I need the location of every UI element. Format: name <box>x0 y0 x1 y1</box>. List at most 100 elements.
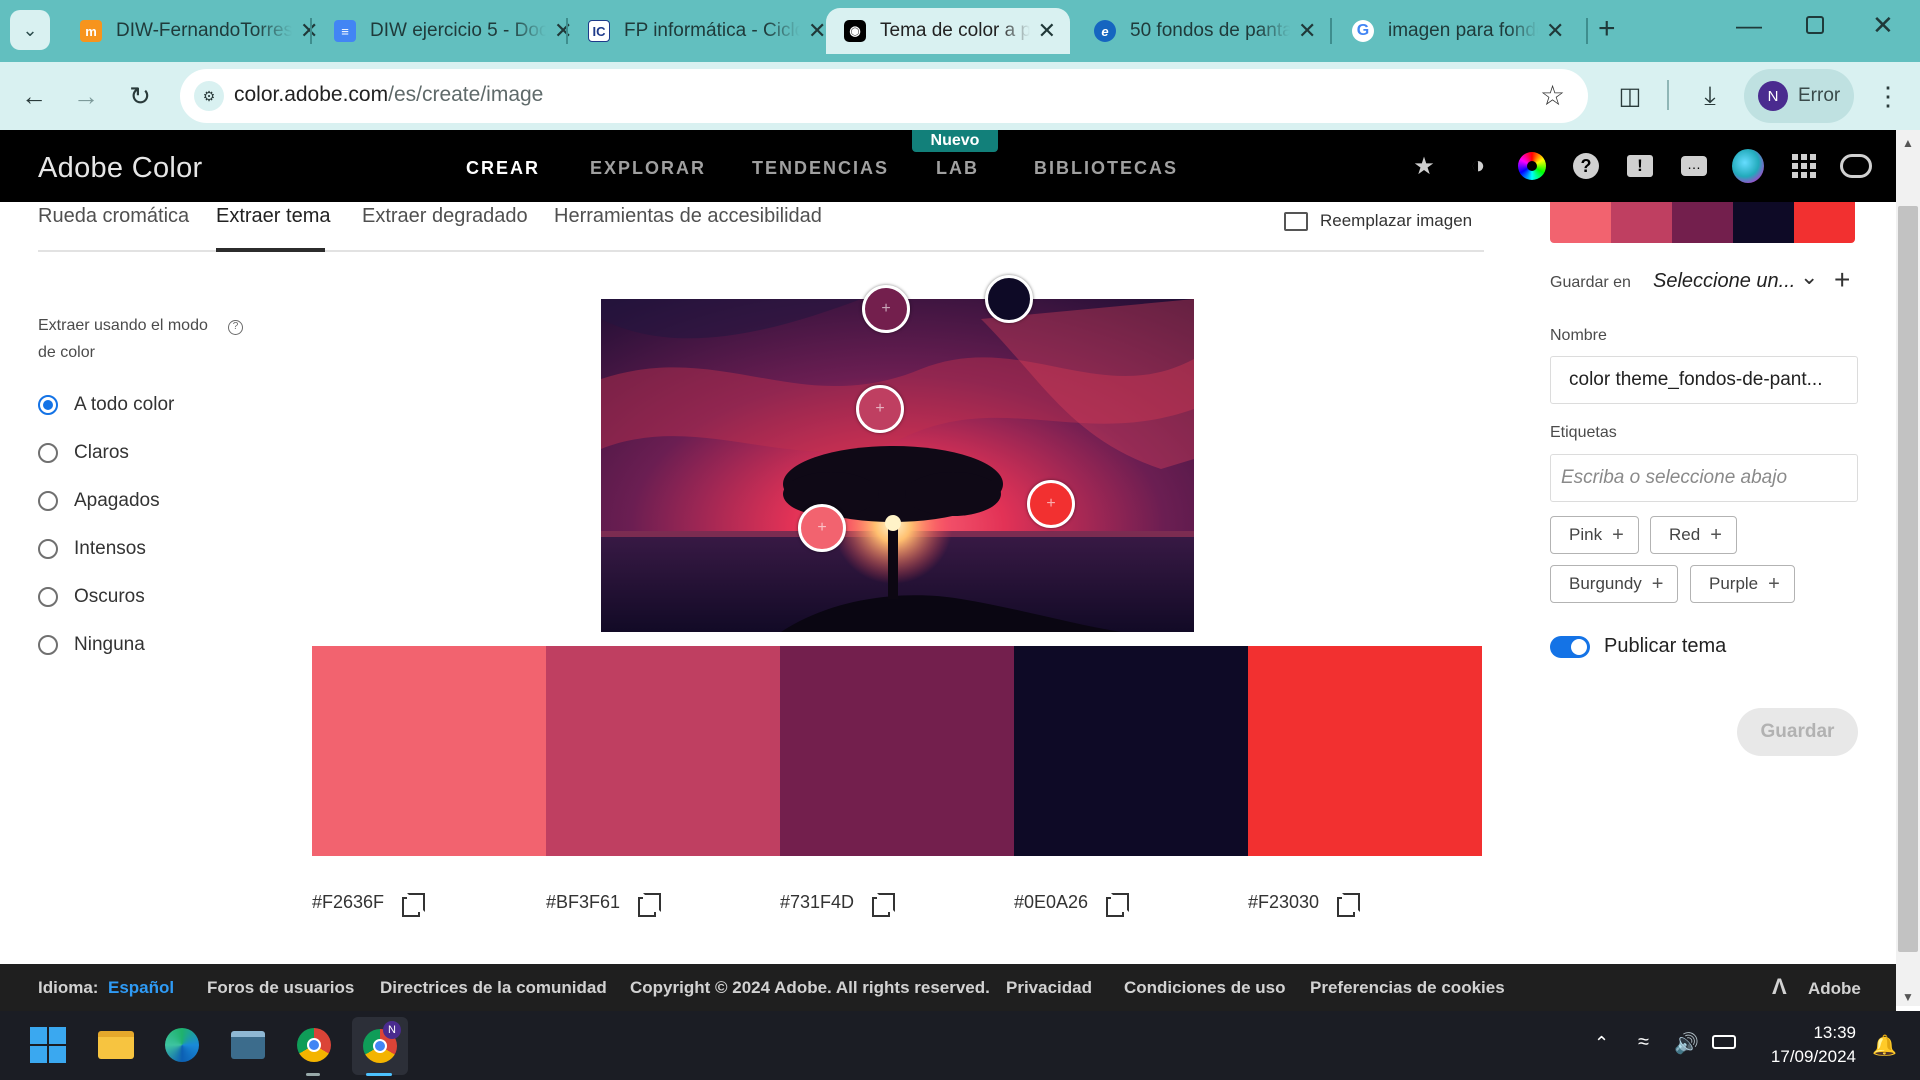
swatch-2[interactable] <box>546 646 780 856</box>
radio-dot[interactable] <box>38 491 58 511</box>
radio-dot[interactable] <box>38 539 58 559</box>
browser-tab[interactable]: G imagen para fondo ✕ <box>1334 8 1578 54</box>
color-wheel-icon[interactable] <box>1516 150 1548 182</box>
reload-icon[interactable]: ↻ <box>120 76 160 116</box>
radio-dot[interactable] <box>38 587 58 607</box>
footer-link-guidelines[interactable]: Directrices de la comunidad <box>380 978 607 998</box>
creative-cloud-icon[interactable] <box>1840 150 1872 182</box>
copy-icon[interactable] <box>1106 892 1130 917</box>
adobe-logo-icon[interactable]: Λ <box>1772 974 1787 1000</box>
feedback-alert-icon[interactable]: ! <box>1624 150 1656 182</box>
footer-link-forums[interactable]: Foros de usuarios <box>207 978 354 998</box>
file-explorer-icon[interactable] <box>94 1023 138 1067</box>
adobe-color-logo[interactable]: Adobe Color <box>38 152 203 185</box>
language-link[interactable]: Español <box>108 978 174 998</box>
radio-bright[interactable]: Claros <box>38 442 129 464</box>
scroll-down-icon[interactable]: ▼ <box>1902 990 1914 1004</box>
wifi-icon[interactable]: ≈ <box>1638 1031 1649 1054</box>
windows-start-icon[interactable] <box>26 1023 70 1067</box>
tab-extract-gradient[interactable]: Extraer degradado <box>362 205 528 228</box>
extensions-icon[interactable]: ◫ <box>1610 76 1650 116</box>
publish-toggle[interactable] <box>1550 636 1590 658</box>
apps-grid-icon[interactable] <box>1788 150 1820 182</box>
theme-contrast-icon[interactable]: ◑ <box>1462 150 1494 182</box>
copy-icon[interactable] <box>872 892 896 917</box>
restore-icon[interactable] <box>1806 16 1824 34</box>
nav-explorar[interactable]: EXPLORAR <box>590 158 706 179</box>
download-icon[interactable]: ⤓ <box>1690 76 1730 116</box>
copy-icon[interactable] <box>1337 892 1361 917</box>
radio-dot[interactable] <box>38 635 58 655</box>
replace-image-button[interactable]: Reemplazar imagen <box>1284 211 1472 231</box>
nav-tendencias[interactable]: TENDENCIAS <box>752 158 889 179</box>
favorites-star-icon[interactable]: ★ <box>1408 150 1440 182</box>
copy-icon[interactable] <box>638 892 662 917</box>
radio-none[interactable]: Ninguna <box>38 634 145 656</box>
color-picker-marker[interactable]: + <box>1027 480 1075 528</box>
hex-value[interactable]: #BF3F61 <box>546 892 620 913</box>
browser-tab[interactable]: ≡ DIW ejercicio 5 - Docs ✕ <box>316 8 586 54</box>
clock-time[interactable]: 13:39 <box>1806 1023 1856 1043</box>
library-select[interactable]: Seleccione un... <box>1653 270 1795 293</box>
page-scrollbar-thumb[interactable] <box>1898 206 1918 952</box>
footer-link-privacy[interactable]: Privacidad <box>1006 978 1092 998</box>
tab-accessibility-tools[interactable]: Herramientas de accesibilidad <box>554 205 822 228</box>
nav-crear[interactable]: CREAR <box>466 158 540 179</box>
nav-bibliotecas[interactable]: BIBLIOTECAS <box>1034 158 1178 179</box>
adobe-footer-label[interactable]: Adobe <box>1808 979 1861 999</box>
footer-link-cookies[interactable]: Preferencias de cookies <box>1310 978 1505 998</box>
footer-link-terms[interactable]: Condiciones de uso <box>1124 978 1286 998</box>
swatch-1[interactable] <box>312 646 546 856</box>
minimize-icon[interactable]: — <box>1736 10 1762 41</box>
color-picker-marker[interactable] <box>985 275 1033 323</box>
browser-tab-active[interactable]: ◉ Tema de color a partir ✕ <box>826 8 1070 54</box>
chevron-down-icon[interactable]: ⌄ <box>1800 264 1818 290</box>
chrome-icon[interactable] <box>292 1023 336 1067</box>
edge-icon[interactable] <box>160 1023 204 1067</box>
swatch-5[interactable] <box>1248 646 1482 856</box>
close-icon[interactable]: ✕ <box>1038 18 1056 44</box>
close-icon[interactable]: ✕ <box>1298 18 1316 44</box>
help-icon[interactable]: ? <box>1570 150 1602 182</box>
radio-dot[interactable] <box>38 443 58 463</box>
swatch-3[interactable] <box>780 646 1014 856</box>
theme-name-input[interactable]: color theme_fondos-de-pant... <box>1550 356 1858 404</box>
color-picker-marker[interactable]: + <box>862 285 910 333</box>
radio-dot[interactable] <box>38 395 58 415</box>
radio-dark[interactable]: Oscuros <box>38 586 145 608</box>
add-library-icon[interactable]: + <box>1834 264 1850 296</box>
volume-icon[interactable]: 🔊 <box>1674 1031 1699 1056</box>
clock-date[interactable]: 17/09/2024 <box>1760 1047 1856 1067</box>
hex-value[interactable]: #F23030 <box>1248 892 1319 913</box>
tag-burgundy[interactable]: Burgundy + <box>1550 565 1679 603</box>
swatch-4[interactable] <box>1014 646 1248 856</box>
tags-input[interactable]: Escriba o seleccione abajo <box>1550 454 1858 502</box>
scroll-up-icon[interactable]: ▲ <box>1902 136 1914 150</box>
tag-pink[interactable]: Pink + <box>1550 516 1639 554</box>
profile-button[interactable]: N Error <box>1744 69 1854 123</box>
forward-icon[interactable]: → <box>66 76 106 116</box>
chevron-up-icon[interactable]: ⌃ <box>1594 1033 1609 1054</box>
nav-lab[interactable]: LAB <box>936 158 979 179</box>
tag-red[interactable]: Red + <box>1650 516 1737 554</box>
radio-deep[interactable]: Intensos <box>38 538 146 560</box>
app-icon[interactable] <box>226 1023 270 1067</box>
hex-value[interactable]: #731F4D <box>780 892 854 913</box>
menu-kebab-icon[interactable]: ⋮ <box>1868 76 1908 116</box>
color-picker-marker[interactable]: + <box>856 385 904 433</box>
site-settings-icon[interactable]: ⚙ <box>194 81 224 111</box>
user-avatar-icon[interactable] <box>1732 149 1764 183</box>
radio-full-color[interactable]: A todo color <box>38 394 174 416</box>
radio-muted[interactable]: Apagados <box>38 490 160 512</box>
browser-tab[interactable]: m DIW-FernandoTorres ✕ <box>62 8 332 54</box>
close-icon[interactable]: ✕ <box>1546 18 1564 44</box>
star-bookmark-icon[interactable]: ☆ <box>1540 79 1565 112</box>
tab-search-button[interactable]: ⌄ <box>10 10 50 50</box>
tab-extract-theme[interactable]: Extraer tema <box>216 205 330 228</box>
hex-value[interactable]: #F2636F <box>312 892 384 913</box>
browser-tab[interactable]: e 50 fondos de pantalla ✕ <box>1076 8 1330 54</box>
address-bar[interactable]: ⚙ color.adobe.com/es/create/image ☆ <box>180 69 1588 123</box>
hex-value[interactable]: #0E0A26 <box>1014 892 1088 913</box>
color-picker-marker[interactable]: + <box>798 504 846 552</box>
close-icon[interactable]: ✕ <box>808 18 826 44</box>
